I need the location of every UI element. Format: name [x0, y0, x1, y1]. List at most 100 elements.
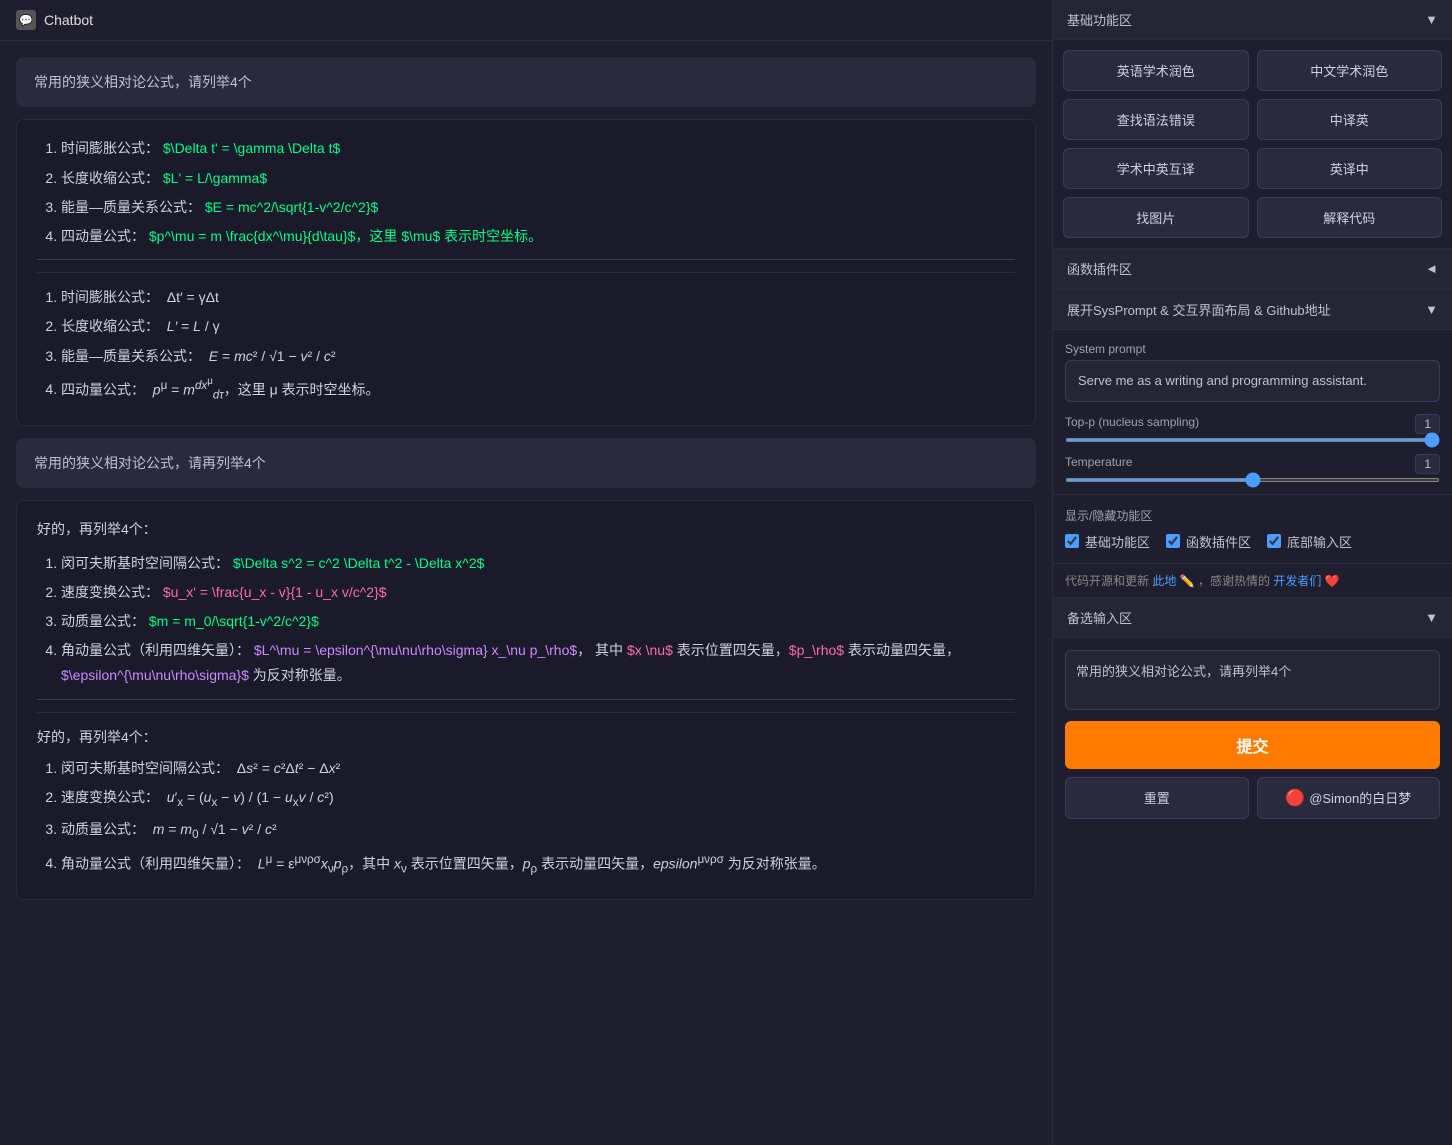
checkbox-basic[interactable]: 基础功能区 [1065, 532, 1150, 551]
assistant-message-1: 时间膨胀公式： $\Delta t' = \gamma \Delta t$ 长度… [16, 119, 1036, 426]
checkbox-plugin-input[interactable] [1166, 534, 1180, 548]
user-message-1-text: 常用的狭义相对论公式，请列举4个 [34, 74, 252, 90]
weibo-text: @Simon的白日梦 [1309, 788, 1411, 807]
list-item: 四动量公式： pμ = mdxμdτ，这里 μ 表示时空坐标。 [61, 373, 1015, 405]
user-message-2: 常用的狭义相对论公式，请再列举4个 [16, 438, 1036, 488]
backup-section-header[interactable]: 备选输入区 ▼ [1053, 598, 1452, 638]
formula-label: 时间膨胀公式： [61, 140, 159, 156]
checkbox-basic-label: 基础功能区 [1085, 532, 1150, 551]
list-item: 长度收缩公式： $L' = L/\gamma$ [61, 166, 1015, 191]
list-item: 能量—质量关系公式： $E = mc^2/\sqrt{1-v^2/c^2}$ [61, 195, 1015, 220]
formula-label: 角动量公式（利用四维矢量）： [61, 642, 250, 658]
temperature-slider-group: Temperature 1 [1065, 454, 1440, 482]
formula-inline: $p_\rho$ [789, 642, 844, 658]
formula-latex: $E = mc^2/\sqrt{1-v^2/c^2}$ [205, 199, 378, 215]
rendered-intro: 好的，再列举4个： [37, 725, 1015, 750]
system-prompt-label: System prompt [1065, 342, 1440, 356]
list-item: 动质量公式： $m = m_0/\sqrt{1-v^2/c^2}$ [61, 609, 1015, 634]
top-p-slider[interactable] [1065, 438, 1440, 442]
btn-zh-academic[interactable]: 中文学术润色 [1257, 50, 1443, 91]
formula-label: 长度收缩公式： [61, 170, 159, 186]
visibility-section: 显示/隐藏功能区 基础功能区 函数插件区 底部输入区 [1053, 494, 1452, 563]
temperature-label-row: Temperature 1 [1065, 454, 1440, 474]
checkbox-bottom[interactable]: 底部输入区 [1267, 532, 1352, 551]
submit-button[interactable]: 提交 [1065, 721, 1440, 769]
backup-section-chevron: ▼ [1425, 610, 1438, 625]
sysprompt-section-header[interactable]: 展开SysPrompt & 交互界面布局 & Github地址 ▼ [1053, 290, 1452, 330]
sysprompt-section: 展开SysPrompt & 交互界面布局 & Github地址 ▼ System… [1053, 289, 1452, 494]
backup-section: 备选输入区 ▼ 常用的狭义相对论公式，请再列举4个 提交 重置 🔴 @Simon… [1053, 597, 1452, 831]
checkbox-plugin[interactable]: 函数插件区 [1166, 532, 1251, 551]
formula-inline: $\epsilon^{\mu\nu\rho\sigma}$ [61, 667, 249, 683]
footer-text: 代码开源和更新 [1065, 574, 1149, 588]
visibility-title: 显示/隐藏功能区 [1065, 507, 1440, 524]
top-p-label-row: Top-p (nucleus sampling) 1 [1065, 414, 1440, 434]
list-item: 速度变换公式： $u_x' = \frac{u_x - v}{1 - u_x v… [61, 580, 1015, 605]
temperature-slider[interactable] [1065, 478, 1440, 482]
plugin-section-title: 函数插件区 [1067, 259, 1132, 278]
weibo-icon: 🔴 [1285, 788, 1305, 808]
btn-find-image[interactable]: 找图片 [1063, 197, 1249, 238]
btn-grammar-check[interactable]: 查找语法错误 [1063, 99, 1249, 140]
system-prompt-value[interactable]: Serve me as a writing and programming as… [1065, 360, 1440, 402]
formula-label: 动质量公式： [61, 613, 145, 629]
formula-latex: $L^\mu = \epsilon^{\mu\nu\rho\sigma} x_\… [254, 642, 577, 658]
temperature-label: Temperature [1065, 455, 1132, 469]
user-message-1: 常用的狭义相对论公式，请列举4个 [16, 57, 1036, 107]
btn-explain-code[interactable]: 解释代码 [1257, 197, 1443, 238]
formula-latex: $\Delta t' = \gamma \Delta t$ [163, 140, 340, 156]
sysprompt-section-chevron: ▼ [1425, 302, 1438, 317]
user-message-2-text: 常用的狭义相对论公式，请再列举4个 [34, 455, 266, 471]
list-item: 四动量公式： $p^\mu = m \frac{dx^\mu}{d\tau}$，… [61, 224, 1015, 249]
top-p-label: Top-p (nucleus sampling) [1065, 415, 1199, 429]
basic-section-chevron: ▼ [1425, 12, 1438, 27]
btn-en-academic[interactable]: 英语学术润色 [1063, 50, 1249, 91]
btn-academic-translate[interactable]: 学术中英互译 [1063, 148, 1249, 189]
sysprompt-section-title: 展开SysPrompt & 交互界面布局 & Github地址 [1067, 300, 1331, 319]
visibility-checkbox-row: 基础功能区 函数插件区 底部输入区 [1065, 532, 1440, 551]
formula-latex: $m = m_0/\sqrt{1-v^2/c^2}$ [149, 613, 319, 629]
source-link[interactable]: 此地 [1152, 574, 1176, 588]
checkbox-bottom-input[interactable] [1267, 534, 1281, 548]
chatbot-header: 💬 Chatbot [0, 0, 1052, 41]
chatbot-title: Chatbot [44, 12, 93, 28]
btn-zh-to-en[interactable]: 中译英 [1257, 99, 1443, 140]
chat-messages: 常用的狭义相对论公式，请列举4个 时间膨胀公式： $\Delta t' = \g… [0, 41, 1052, 1145]
formula-inline: $x \nu$ [627, 642, 673, 658]
backup-section-title: 备选输入区 [1067, 608, 1132, 627]
formula-latex: $\Delta s^2 = c^2 \Delta t^2 - \Delta x^… [233, 555, 485, 571]
formula-label: 闵可夫斯基时空间隔公式： [61, 555, 229, 571]
bottom-buttons: 重置 🔴 @Simon的白日梦 [1065, 777, 1440, 819]
footer-links: 代码开源和更新 此地 ✏️ ，感谢热情的 开发者们 ❤️ [1053, 563, 1452, 597]
reset-button[interactable]: 重置 [1065, 777, 1249, 819]
plugin-section-header[interactable]: 函数插件区 ◄ [1053, 249, 1452, 289]
list-item: 时间膨胀公式： Δt′ = γΔt [61, 285, 1015, 310]
list-item: 时间膨胀公式： $\Delta t' = \gamma \Delta t$ [61, 136, 1015, 161]
checkbox-bottom-label: 底部输入区 [1287, 532, 1352, 551]
formula-latex: $L' = L/\gamma$ [163, 170, 267, 186]
pencil-icon: ✏️ [1180, 574, 1195, 588]
system-prompt-group: System prompt Serve me as a writing and … [1065, 342, 1440, 402]
formula-latex: $u_x' = \frac{u_x - v}{1 - u_x v/c^2}$ [163, 584, 387, 600]
formula-label: 速度变换公式： [61, 584, 159, 600]
formula-label: 四动量公式： [61, 228, 145, 244]
list-item: 动质量公式： m = m0 / √1 − v² / c² [61, 817, 1015, 845]
btn-en-to-zh[interactable]: 英译中 [1257, 148, 1443, 189]
chatbot-icon: 💬 [16, 10, 36, 30]
developers-link[interactable]: 开发者们 [1273, 574, 1321, 588]
list-item: 闵可夫斯基时空间隔公式： $\Delta s^2 = c^2 \Delta t^… [61, 551, 1015, 576]
basic-section-title: 基础功能区 [1067, 10, 1132, 29]
checkbox-basic-input[interactable] [1065, 534, 1079, 548]
chat-panel: 💬 Chatbot 常用的狭义相对论公式，请列举4个 时间膨胀公式： $\Del… [0, 0, 1052, 1145]
rendered-formulas: 时间膨胀公式： Δt′ = γΔt 长度收缩公式： L′ = L / γ 能量—… [37, 272, 1015, 405]
backup-textarea[interactable]: 常用的狭义相对论公式，请再列举4个 [1065, 650, 1440, 710]
list-item: 角动量公式（利用四维矢量）： $L^\mu = \epsilon^{\mu\nu… [61, 638, 1015, 688]
plugin-section-chevron: ◄ [1425, 261, 1438, 276]
list-item: 长度收缩公式： L′ = L / γ [61, 314, 1015, 339]
basic-section-header[interactable]: 基础功能区 ▼ [1053, 0, 1452, 40]
sysprompt-content: System prompt Serve me as a writing and … [1053, 330, 1452, 494]
response-intro: 好的，再列举4个： [37, 517, 1015, 542]
formula-label: 能量—质量关系公式： [61, 199, 201, 215]
right-panel: 基础功能区 ▼ 英语学术润色 中文学术润色 查找语法错误 中译英 学术中英互译 … [1052, 0, 1452, 1145]
plugin-section: 函数插件区 ◄ [1053, 248, 1452, 289]
